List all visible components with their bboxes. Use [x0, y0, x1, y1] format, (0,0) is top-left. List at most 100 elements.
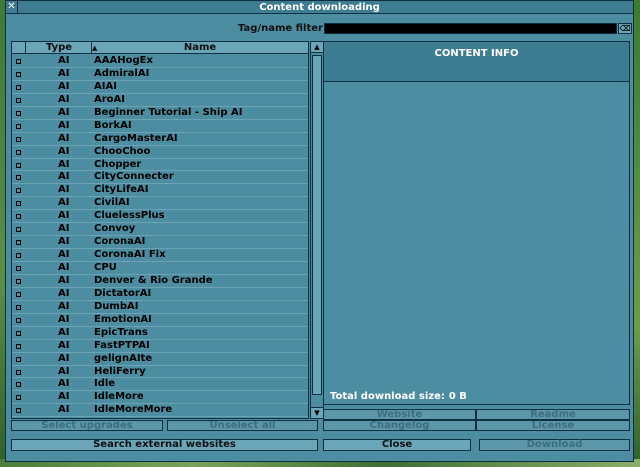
item-type: AI: [58, 249, 70, 261]
item-name: Idle: [94, 378, 116, 390]
select-checkbox[interactable]: [16, 240, 21, 246]
close-button[interactable]: Close: [323, 439, 471, 451]
item-name: AAAHogEx: [94, 55, 153, 66]
select-upgrades-button[interactable]: Select upgrades: [11, 420, 163, 431]
header-type-column[interactable]: Type ▲: [26, 42, 97, 54]
select-checkbox[interactable]: [16, 188, 21, 194]
license-button[interactable]: License: [476, 420, 630, 431]
select-checkbox[interactable]: [16, 97, 21, 103]
total-size-value: 0 B: [448, 391, 467, 402]
item-name: Beginner Tutorial - Ship AI: [94, 106, 243, 118]
list-item[interactable]: AI AdmiralAI: [12, 68, 308, 81]
list-item[interactable]: AI AroAI: [12, 94, 308, 107]
select-checkbox[interactable]: [16, 304, 21, 310]
list-item[interactable]: AI Idle: [12, 378, 308, 392]
select-checkbox[interactable]: [16, 149, 21, 155]
list-item[interactable]: AI CluelessPlus: [12, 210, 308, 224]
list-item[interactable]: AI CityConnecter: [12, 171, 308, 185]
select-checkbox[interactable]: [16, 84, 21, 90]
list-item[interactable]: AI CPU: [12, 262, 308, 275]
select-checkbox[interactable]: [16, 201, 21, 207]
select-checkbox[interactable]: [16, 382, 21, 388]
select-checkbox[interactable]: [16, 253, 21, 259]
select-checkbox[interactable]: [16, 110, 21, 116]
list-item[interactable]: AI DumbAI: [12, 301, 308, 314]
item-name: CoronaAI: [94, 236, 146, 248]
item-type: AI: [58, 339, 70, 351]
list-item[interactable]: AI AIAI: [12, 81, 308, 94]
list-item[interactable]: AI DictatorAI: [12, 288, 308, 301]
list-item[interactable]: AI CargoMasterAI: [12, 133, 308, 146]
select-checkbox[interactable]: [16, 356, 21, 362]
list-item[interactable]: AI CoronaAI Fix: [12, 249, 308, 262]
item-type: AI: [58, 404, 70, 416]
select-checkbox[interactable]: [16, 266, 21, 271]
readme-button[interactable]: Readme: [476, 409, 630, 420]
total-size-label: Total download size:: [330, 391, 445, 402]
changelog-button[interactable]: Changelog: [323, 420, 476, 431]
list-item[interactable]: AI BorkAI: [12, 120, 308, 133]
select-checkbox[interactable]: [16, 330, 21, 336]
close-window-icon[interactable]: ✕: [6, 1, 18, 13]
list-item[interactable]: AI EpicTrans: [12, 327, 308, 340]
unselect-all-button[interactable]: Unselect all: [167, 420, 318, 431]
scroll-up-icon[interactable]: ▲: [311, 42, 323, 53]
list-item[interactable]: AI gelignAIte: [12, 353, 308, 366]
select-checkbox[interactable]: [16, 123, 21, 129]
download-button[interactable]: Download: [479, 439, 630, 451]
item-type: AI: [58, 55, 70, 66]
select-checkbox[interactable]: [16, 291, 21, 297]
game-background-right: [634, 0, 640, 467]
list-item[interactable]: AI CivilAI: [12, 197, 308, 211]
select-checkbox[interactable]: [16, 227, 21, 233]
list-item[interactable]: AI Denver & Rio Grande: [12, 275, 308, 288]
list-item[interactable]: AI Chopper: [12, 159, 308, 172]
select-checkbox[interactable]: [16, 278, 21, 284]
select-checkbox[interactable]: [16, 59, 21, 64]
content-info-panel: CONTENT INFO Total download size: 0 B: [323, 41, 630, 405]
list-item[interactable]: AI Convoy: [12, 223, 308, 237]
select-checkbox[interactable]: [16, 369, 21, 375]
scroll-down-icon[interactable]: ▼: [311, 407, 323, 418]
window-titlebar[interactable]: Content downloading: [6, 1, 633, 14]
content-download-window: Content downloading ✕ Tag/name filter: ⌫…: [5, 0, 634, 462]
select-checkbox[interactable]: [16, 71, 21, 77]
header-name-column[interactable]: Name: [92, 42, 308, 54]
item-type: AI: [58, 274, 70, 286]
item-type: AI: [58, 326, 70, 338]
select-checkbox[interactable]: [16, 408, 21, 414]
select-checkbox[interactable]: [16, 343, 21, 349]
select-checkbox[interactable]: [16, 136, 21, 142]
website-button[interactable]: Website: [323, 409, 476, 420]
item-type: AI: [58, 119, 70, 131]
select-checkbox[interactable]: [16, 214, 21, 220]
list-item[interactable]: AI CoronaAI: [12, 236, 308, 250]
tag-name-filter-input[interactable]: [324, 23, 617, 34]
select-checkbox[interactable]: [16, 175, 21, 181]
header-checkbox-column[interactable]: [12, 42, 26, 54]
scroll-thumb[interactable]: [312, 55, 322, 395]
search-external-websites-button[interactable]: Search external websites: [11, 439, 318, 451]
item-name: CPU: [94, 262, 117, 273]
list-scrollbar[interactable]: ▲ ▼: [310, 41, 324, 419]
list-item[interactable]: AI IdleMoreMore: [12, 404, 308, 418]
item-name: HeliFerry: [94, 365, 146, 377]
item-type: AI: [58, 158, 70, 170]
item-name: EmotionAI: [94, 313, 152, 325]
item-type: AI: [58, 171, 70, 183]
list-item[interactable]: AI ChooChoo: [12, 146, 308, 159]
list-item[interactable]: AI CityLifeAI: [12, 184, 308, 198]
select-checkbox[interactable]: [16, 162, 21, 168]
list-item[interactable]: AI FastPTPAI: [12, 340, 308, 353]
list-item[interactable]: AI HeliFerry: [12, 366, 308, 379]
item-name: ChooChoo: [94, 145, 151, 157]
list-item[interactable]: AI EmotionAI: [12, 314, 308, 327]
total-download-size: Total download size: 0 B: [330, 391, 467, 402]
item-type: AI: [58, 93, 70, 105]
list-item[interactable]: AI Beginner Tutorial - Ship AI: [12, 107, 308, 120]
list-item[interactable]: AI AAAHogEx: [12, 55, 308, 68]
clear-filter-icon[interactable]: ⌫: [618, 23, 632, 34]
select-checkbox[interactable]: [16, 317, 21, 323]
list-item[interactable]: AI IdleMore: [12, 391, 308, 405]
select-checkbox[interactable]: [16, 395, 21, 401]
